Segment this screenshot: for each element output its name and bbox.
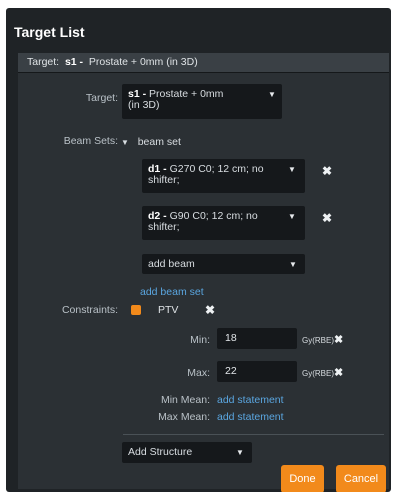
target-select-text-line2: (in 3D) xyxy=(128,99,160,111)
min-dose-input[interactable]: 18 xyxy=(217,328,297,349)
min-mean-label: Min Mean: xyxy=(160,394,210,406)
target-label: Target: xyxy=(85,92,118,104)
add-structure-select[interactable]: Add Structure ▼ xyxy=(122,442,252,463)
target-editor: Target: s1 - Prostate + 0mm (in 3D) Targ… xyxy=(18,53,389,489)
chevron-down-icon: ▼ xyxy=(288,212,296,221)
target-header-name: Prostate + 0mm (in 3D) xyxy=(88,56,198,68)
beam-set-toggle[interactable]: ▼ beam set xyxy=(121,136,181,148)
done-button[interactable]: Done xyxy=(281,465,324,492)
add-structure-label: Add Structure xyxy=(128,446,193,458)
remove-beam-d2-close-icon[interactable]: ✖ xyxy=(322,212,332,224)
cancel-button[interactable]: Cancel xyxy=(336,465,386,492)
beam-text-line1: G90 C0; 12 cm; no xyxy=(169,210,258,222)
beam-text-line1: G270 C0; 12 cm; no xyxy=(169,163,264,175)
min-mean-add-statement-link[interactable]: add statement xyxy=(217,394,284,406)
max-dose-unit: Gy(RBE) xyxy=(302,369,334,378)
caret-down-icon: ▼ xyxy=(121,138,129,147)
target-header-prefix: Target: xyxy=(27,56,60,68)
beam-text-line2: shifter; xyxy=(148,174,180,186)
beam-set-label: beam set xyxy=(137,136,181,148)
section-divider xyxy=(123,434,384,435)
remove-min-close-icon[interactable]: ✖ xyxy=(334,334,343,346)
beam-sets-label: Beam Sets: xyxy=(63,135,118,147)
max-dose-input[interactable]: 22 xyxy=(217,361,297,382)
remove-structure-close-icon[interactable]: ✖ xyxy=(205,304,215,316)
chevron-down-icon: ▼ xyxy=(288,165,296,174)
structure-name: PTV xyxy=(158,304,179,316)
remove-max-close-icon[interactable]: ✖ xyxy=(334,367,343,379)
max-label: Max: xyxy=(187,367,210,379)
panel-title: Target List xyxy=(14,24,85,40)
target-header-id: s1 - xyxy=(64,56,84,68)
min-dose-unit: Gy(RBE) xyxy=(302,336,334,345)
target-select-text-line1: Prostate + 0mm xyxy=(149,88,224,100)
max-mean-label: Max Mean: xyxy=(158,411,210,423)
max-mean-add-statement-link[interactable]: add statement xyxy=(217,411,284,423)
chevron-down-icon: ▼ xyxy=(289,260,297,269)
add-beam-set-link[interactable]: add beam set xyxy=(140,286,204,298)
add-beam-select[interactable]: add beam ▼ xyxy=(142,254,305,274)
beam-select-d2[interactable]: d2 - G90 C0; 12 cm; no shifter; ▼ xyxy=(142,206,305,240)
add-beam-label: add beam xyxy=(148,258,195,270)
constraints-label: Constraints: xyxy=(61,304,118,316)
beam-text-line2: shifter; xyxy=(148,221,180,233)
target-header[interactable]: Target: s1 - Prostate + 0mm (in 3D) xyxy=(18,53,389,73)
beam-select-d1[interactable]: d1 - G270 C0; 12 cm; no shifter; ▼ xyxy=(142,159,305,193)
remove-beam-d1-close-icon[interactable]: ✖ xyxy=(322,165,332,177)
target-list-panel: Target List Target: s1 - Prostate + 0mm … xyxy=(6,8,391,492)
structure-color-swatch xyxy=(131,305,141,315)
chevron-down-icon: ▼ xyxy=(268,90,276,99)
target-select[interactable]: s1 - Prostate + 0mm (in 3D) ▼ xyxy=(122,84,282,119)
chevron-down-icon: ▼ xyxy=(236,448,244,457)
min-label: Min: xyxy=(190,334,210,346)
